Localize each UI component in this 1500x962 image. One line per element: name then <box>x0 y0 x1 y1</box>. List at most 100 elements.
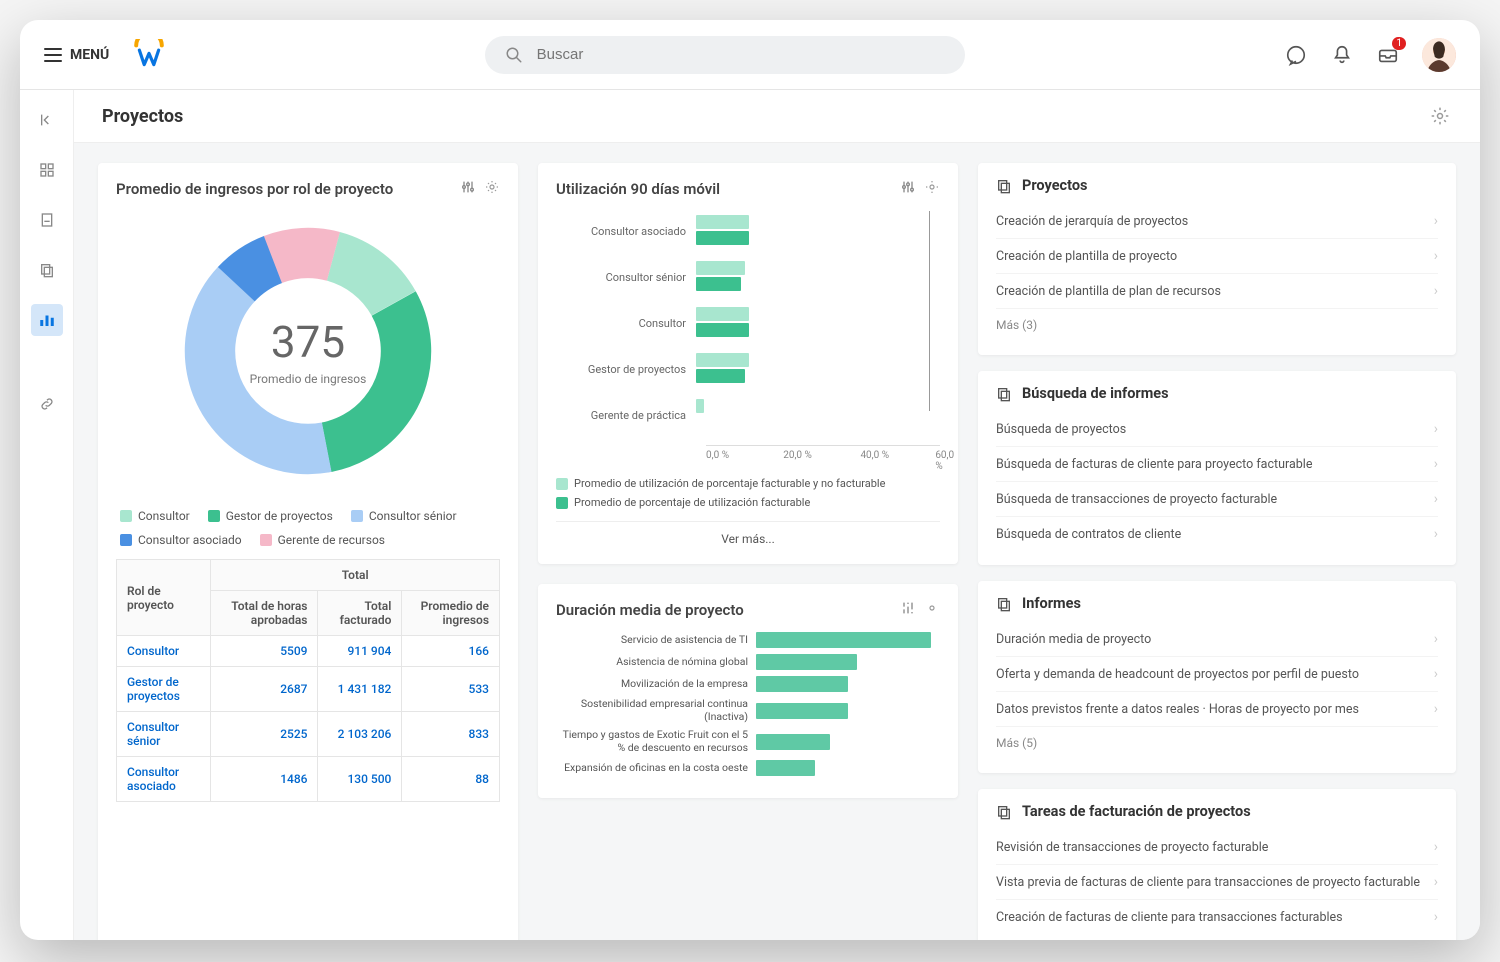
legend-item[interactable]: Consultor sénior <box>351 509 457 523</box>
legend-item[interactable]: Consultor asociado <box>120 533 242 547</box>
section-more[interactable]: Más (5) <box>996 727 1438 759</box>
th-avg: Promedio de ingresos <box>402 591 500 636</box>
card-avg-revenue: Promedio de ingresos por rol de proyecto <box>98 163 518 940</box>
role-link[interactable]: Consultor asociado <box>117 757 211 802</box>
chevron-right-icon: › <box>1434 421 1438 437</box>
nav-collapse-icon[interactable] <box>31 104 63 136</box>
page-title: Proyectos <box>102 106 183 127</box>
section-item[interactable]: Búsqueda de contratos de cliente› <box>996 517 1438 551</box>
global-search[interactable] <box>485 36 965 74</box>
avatar[interactable] <box>1422 38 1456 72</box>
section-title: Tareas de facturación de proyectos <box>996 803 1438 820</box>
chat-icon[interactable] <box>1284 43 1308 67</box>
section-item[interactable]: Búsqueda de facturas de cliente para pro… <box>996 447 1438 482</box>
report-icon <box>996 386 1012 402</box>
card-title: Promedio de ingresos por rol de proyecto <box>116 180 393 198</box>
axis-tick: 40,0 % <box>860 450 889 461</box>
chart-boundary-line <box>929 211 930 411</box>
hamburger-icon <box>44 48 62 62</box>
dur-row: Expansión de oficinas en la costa oeste <box>556 760 940 776</box>
section-item[interactable]: Vista previa de facturas de cliente para… <box>996 865 1438 900</box>
gear-icon[interactable] <box>924 179 940 199</box>
chevron-right-icon: › <box>1434 283 1438 299</box>
section-item[interactable]: Duración media de proyecto› <box>996 622 1438 657</box>
legend-item[interactable]: Gestor de proyectos <box>208 509 333 523</box>
section-title: Proyectos <box>996 177 1438 194</box>
notifications-icon[interactable] <box>1330 43 1354 67</box>
hbar-row: Consultor sénior <box>556 261 940 293</box>
donut-chart: 375 Promedio de ingresos <box>168 211 448 491</box>
dur-row: Tiempo y gastos de Exotic Fruit con el 5… <box>556 729 940 754</box>
dur-row: Sostenibilidad empresarial continua (Ina… <box>556 698 940 723</box>
ver-mas-link[interactable]: Ver más... <box>556 521 940 548</box>
filter-icon[interactable] <box>900 600 916 620</box>
legend-item[interactable]: Gerente de recursos <box>260 533 385 547</box>
legend-item: Promedio de utilización de porcentaje fa… <box>556 477 940 490</box>
revenue-table: Rol de proyecto Total Total de horas apr… <box>116 559 500 802</box>
section: InformesDuración media de proyecto›Ofert… <box>978 581 1456 773</box>
section-item[interactable]: Búsqueda de proyectos› <box>996 412 1438 447</box>
th-total-group: Total <box>211 560 500 591</box>
donut-center-label: Promedio de ingresos <box>250 372 367 386</box>
menu-button[interactable]: MENÚ <box>44 47 109 63</box>
axis-tick: 20,0 % <box>783 450 812 461</box>
chevron-right-icon: › <box>1434 526 1438 542</box>
chevron-right-icon: › <box>1434 839 1438 855</box>
workday-logo[interactable] <box>133 39 165 71</box>
role-link[interactable]: Consultor sénior <box>117 712 211 757</box>
section-more[interactable]: Más (3) <box>996 309 1438 341</box>
gear-icon[interactable] <box>924 600 940 620</box>
nav-apps-icon[interactable] <box>31 154 63 186</box>
section-item[interactable]: Datos previstos frente a datos reales · … <box>996 692 1438 727</box>
legend-item[interactable]: Consultor <box>120 509 190 523</box>
chevron-right-icon: › <box>1434 701 1438 717</box>
inbox-badge: 1 <box>1392 37 1406 50</box>
right-column: Proyectos Creación de jerarquía de proyec… <box>978 163 1456 940</box>
section: Tareas de facturación de proyectos Revisi… <box>978 789 1456 940</box>
nav-copy-icon[interactable] <box>31 254 63 286</box>
table-row: Consultor sénior25252 103 206833 <box>117 712 500 757</box>
inbox-icon[interactable]: 1 <box>1376 43 1400 67</box>
left-nav <box>20 90 74 940</box>
role-link[interactable]: Gestor de proyectos <box>117 667 211 712</box>
search-input[interactable] <box>537 46 945 63</box>
report-icon <box>996 804 1012 820</box>
role-link[interactable]: Consultor <box>117 636 211 667</box>
donut-legend: Consultor Gestor de proyectos Consultor sé… <box>116 503 500 559</box>
filter-icon[interactable] <box>900 179 916 199</box>
card-utilization: Utilización 90 días móvil Consultor asoc… <box>538 163 958 564</box>
card-title: Utilización 90 días móvil <box>556 180 720 198</box>
dur-row: Asistencia de nómina global <box>556 654 940 670</box>
axis-tick: 0,0 % <box>706 450 729 461</box>
axis-tick: 60,0 % <box>935 450 954 472</box>
menu-label: MENÚ <box>70 47 109 63</box>
top-bar: MENÚ 1 <box>20 20 1480 90</box>
gear-icon[interactable] <box>484 179 500 199</box>
section-item[interactable]: Creación de plantilla de proyecto› <box>996 239 1438 274</box>
section-item[interactable]: Creación de plantilla de plan de recurso… <box>996 274 1438 309</box>
section-item[interactable]: Búsqueda de transacciones de proyecto fa… <box>996 482 1438 517</box>
chevron-right-icon: › <box>1434 666 1438 682</box>
nav-link-icon[interactable] <box>31 388 63 420</box>
page-settings-icon[interactable] <box>1428 104 1452 128</box>
hbar-row: Consultor asociado <box>556 215 940 247</box>
chevron-right-icon: › <box>1434 909 1438 925</box>
card-title: Duración media de proyecto <box>556 601 744 619</box>
th-billed: Total facturado <box>318 591 402 636</box>
section-item[interactable]: Creación de facturas de cliente para tra… <box>996 900 1438 934</box>
section-item[interactable]: Revisión de transacciones de proyecto fa… <box>996 830 1438 865</box>
chevron-right-icon: › <box>1434 213 1438 229</box>
nav-doc-icon[interactable] <box>31 204 63 236</box>
table-row: Consultor asociado1486130 50088 <box>117 757 500 802</box>
filter-icon[interactable] <box>460 179 476 199</box>
dur-row: Movilización de la empresa <box>556 676 940 692</box>
section-item[interactable]: Oferta y demanda de headcount de proyect… <box>996 657 1438 692</box>
section: Proyectos Creación de jerarquía de proyec… <box>978 163 1456 355</box>
table-row: Consultor5509911 904166 <box>117 636 500 667</box>
dur-row: Servicio de asistencia de TI <box>556 632 940 648</box>
search-icon <box>505 46 523 64</box>
section-item[interactable]: Creación de jerarquía de proyectos› <box>996 204 1438 239</box>
nav-analytics-icon[interactable] <box>31 304 63 336</box>
legend-item: Promedio de porcentaje de utilización fa… <box>556 496 940 509</box>
chevron-right-icon: › <box>1434 248 1438 264</box>
